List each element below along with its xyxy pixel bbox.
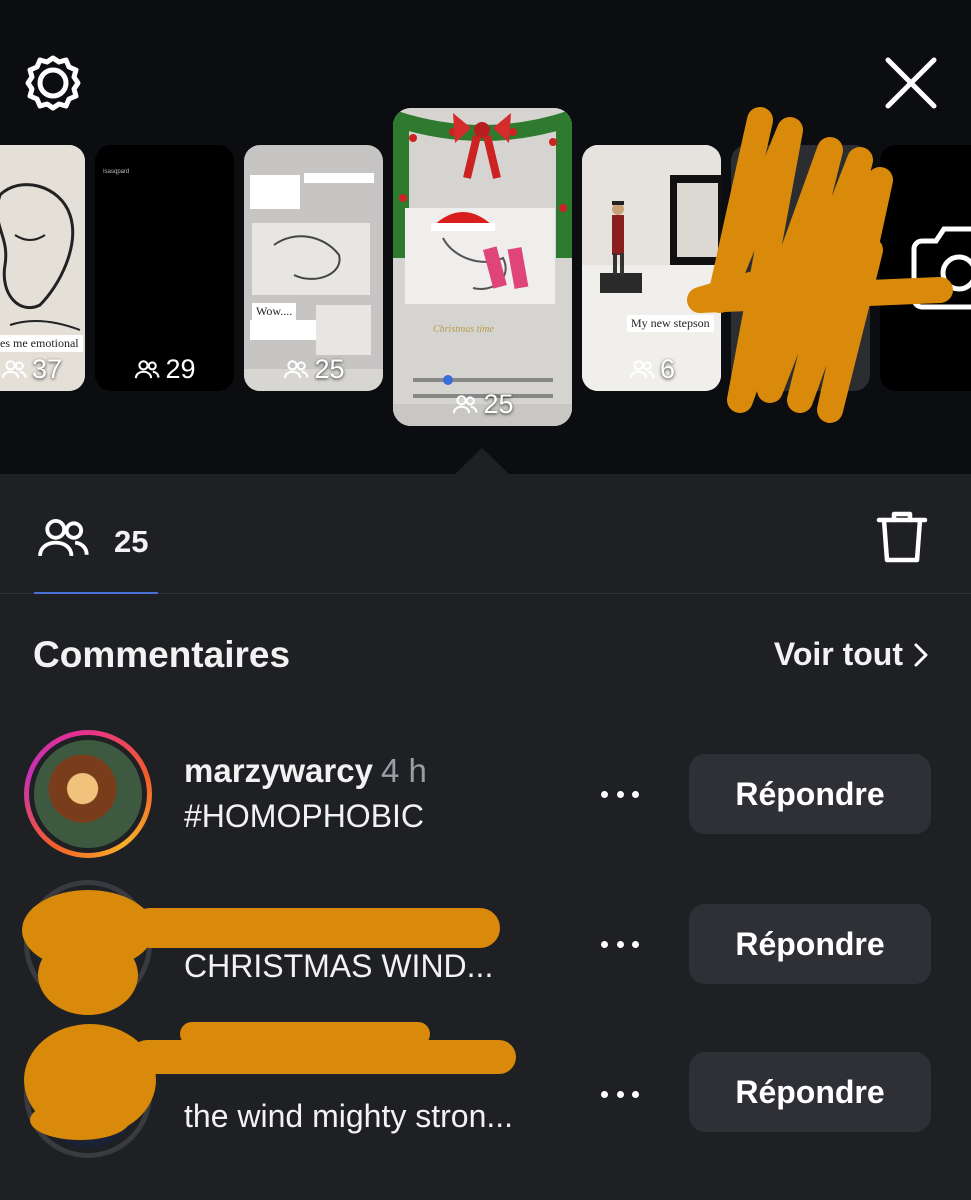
dot-icon	[601, 940, 608, 948]
camera-icon	[911, 226, 971, 310]
viewer-bar: 25	[0, 474, 971, 594]
dot-icon	[601, 790, 608, 798]
comments-title: Commentaires	[33, 634, 291, 675]
dot-icon	[616, 940, 624, 948]
story-carousel: kes me emotional 37 Isasqpard 29 Wow....…	[0, 0, 971, 474]
dot-icon	[632, 790, 639, 798]
tab-viewers[interactable]: 25	[34, 504, 158, 594]
more-options-button[interactable]	[596, 924, 644, 964]
more-options-button[interactable]	[596, 1074, 644, 1114]
active-tab-indicator	[34, 592, 158, 594]
comment-text: the wind mighty stron...	[184, 1098, 514, 1134]
add-story-tile[interactable]	[880, 145, 971, 391]
comment-username[interactable]	[184, 1052, 192, 1090]
viewer-count: 29	[95, 354, 234, 385]
viewer-count: 25	[393, 389, 572, 420]
viewer-count-value: 25	[483, 389, 514, 419]
comment-username[interactable]: marzywarcy 4 h	[184, 752, 427, 790]
people-icon	[38, 518, 89, 557]
comment-username[interactable]	[184, 902, 192, 940]
viewer-count-value: 29	[165, 354, 196, 384]
comment-item: CHRISTMAS WIND... Répondre	[0, 880, 971, 1008]
comment-time: 4 h	[380, 752, 427, 789]
people-icon	[284, 359, 309, 378]
comment-username-text: marzywarcy	[184, 752, 373, 789]
story-thumbnail[interactable]: Wow.... 25	[244, 145, 383, 391]
reply-button[interactable]: Répondre	[689, 904, 931, 984]
people-icon	[1, 359, 27, 378]
story-thumbnail-selected[interactable]: Christmas time 25	[393, 108, 572, 426]
comment-item: marzywarcy 4 h #HOMOPHOBIC Répondre	[0, 730, 971, 858]
gear-icon	[25, 55, 81, 111]
story-thumbnail[interactable]: kes me emotional 37	[0, 145, 85, 391]
close-button[interactable]	[884, 56, 938, 110]
more-options-button[interactable]	[596, 774, 644, 814]
dot-icon	[632, 940, 639, 948]
story-caption: Wow....	[252, 303, 297, 320]
dot-icon	[601, 1090, 608, 1098]
comment-text: #HOMOPHOBIC	[184, 798, 425, 834]
reply-button[interactable]: Répondre	[689, 1052, 931, 1132]
story-thumbnail[interactable]	[731, 145, 870, 391]
story-caption: kes me emotional	[0, 335, 83, 352]
close-icon	[885, 57, 937, 109]
story-caption: Christmas time	[433, 324, 494, 335]
viewer-count: 37	[0, 354, 85, 385]
story-caption: My new stepson	[627, 315, 714, 332]
story-viewer-screen: kes me emotional 37 Isasqpard 29 Wow....…	[0, 0, 971, 1200]
viewer-count: 25	[114, 524, 149, 559]
selected-story-pointer	[454, 448, 510, 474]
viewer-count: 6	[582, 354, 721, 385]
see-all-link[interactable]: Voir tout	[774, 636, 931, 673]
see-all-label: Voir tout	[773, 636, 903, 672]
story-thumbnail[interactable]: Isasqpard 29	[95, 145, 234, 391]
comment-item: the wind mighty stron... Répondre	[0, 1030, 971, 1158]
viewer-count-value: 25	[314, 354, 345, 384]
people-icon	[135, 359, 160, 378]
viewer-count-value: 37	[32, 354, 63, 384]
avatar[interactable]	[24, 1030, 152, 1158]
people-icon	[629, 359, 655, 378]
viewer-count-value: 6	[659, 354, 676, 384]
settings-button[interactable]	[24, 54, 82, 112]
reply-button[interactable]: Répondre	[689, 754, 931, 834]
chevron-right-icon	[914, 643, 928, 666]
dot-icon	[616, 1090, 624, 1098]
story-artwork: Christmas time	[393, 108, 572, 426]
avatar[interactable]	[24, 880, 152, 1008]
trash-icon	[876, 511, 928, 563]
story-thumbnail[interactable]: My new stepson 6	[582, 145, 721, 391]
dot-icon	[616, 790, 624, 798]
delete-story-button[interactable]	[873, 508, 931, 566]
avatar[interactable]	[24, 730, 152, 858]
story-caption: Isasqpard	[103, 169, 130, 175]
dot-icon	[632, 1090, 639, 1098]
comment-text: CHRISTMAS WIND...	[184, 948, 494, 984]
people-icon	[453, 394, 478, 413]
viewer-count: 25	[244, 354, 383, 385]
